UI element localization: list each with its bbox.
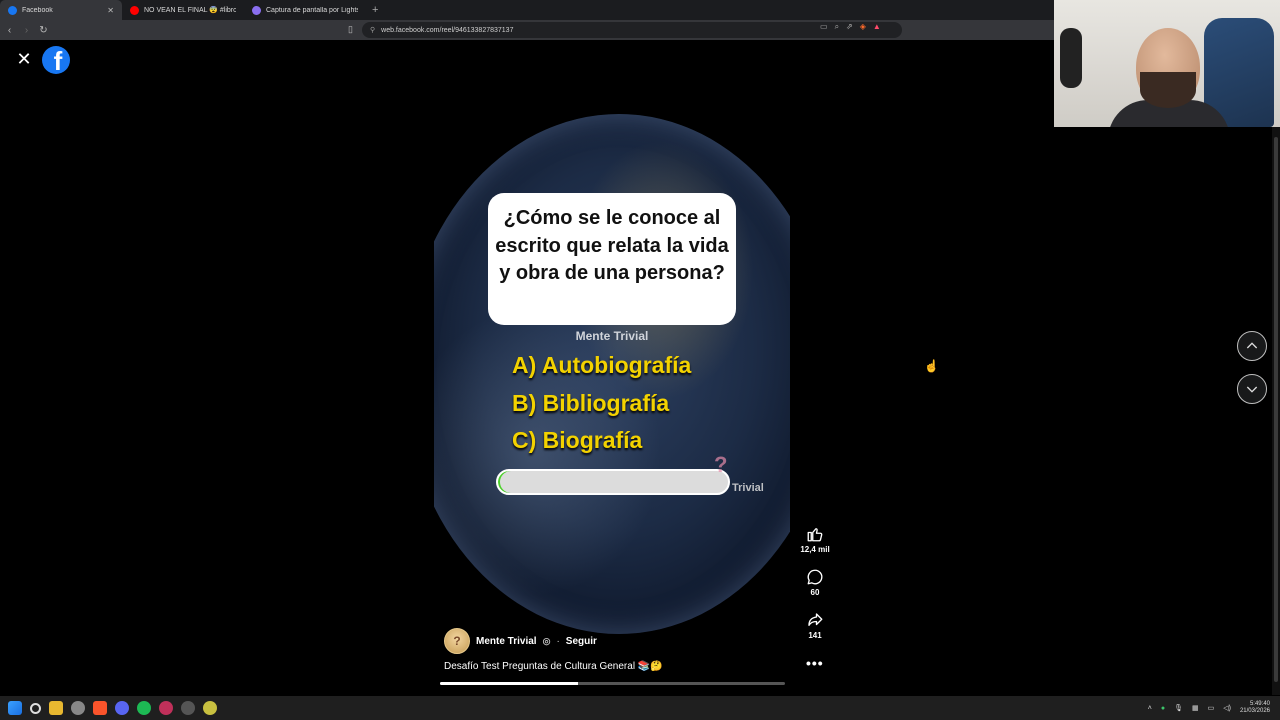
system-tray: ˄ ● 🎙 ▦ ▭ ◁) 5:49:40 21/03/2026 bbox=[1148, 696, 1270, 720]
reel-author: ? Mente Trivial ◎ · Seguir bbox=[444, 628, 597, 654]
author-name[interactable]: Mente Trivial bbox=[476, 636, 537, 647]
option-a: A) Autobiografía bbox=[512, 352, 692, 378]
like-button[interactable]: 12,4 mil bbox=[798, 525, 832, 554]
discord-icon[interactable] bbox=[115, 701, 129, 715]
volume-icon[interactable]: ◁) bbox=[1223, 704, 1231, 712]
screen: Facebook ✕ NO VEAN EL FINAL 😨 #libros #f… bbox=[0, 0, 1280, 720]
install-icon[interactable]: ▭ bbox=[820, 22, 828, 32]
question-text: ¿Cómo se le conoce al escrito que relata… bbox=[495, 207, 729, 284]
next-reel-button[interactable] bbox=[1237, 374, 1267, 404]
microphone-icon[interactable]: 🎙 bbox=[1174, 704, 1183, 712]
bookmark-icon[interactable]: ▯ bbox=[348, 24, 353, 35]
clock-date: 21/03/2026 bbox=[1239, 708, 1270, 714]
comment-count: 60 bbox=[810, 588, 820, 597]
file-explorer-icon[interactable] bbox=[49, 701, 63, 715]
close-reel-button[interactable]: ✕ bbox=[14, 49, 34, 69]
page-scrollbar[interactable] bbox=[1272, 127, 1280, 695]
keyboard-icon[interactable]: ▦ bbox=[1192, 704, 1199, 712]
watermark-question-mark: ? bbox=[714, 452, 728, 477]
clock[interactable]: 5:49:40 21/03/2026 bbox=[1240, 701, 1270, 715]
webcam-overlay bbox=[1054, 0, 1280, 127]
clock-time: 5:49:40 bbox=[1249, 701, 1270, 707]
facebook-logo-letter: f bbox=[53, 46, 63, 74]
close-tab-icon[interactable]: ✕ bbox=[107, 6, 114, 15]
tray-chevron-icon[interactable]: ˄ bbox=[1148, 705, 1152, 712]
search-icon[interactable] bbox=[30, 702, 41, 714]
follow-button[interactable]: Seguir bbox=[566, 636, 597, 647]
microphone-image bbox=[1060, 28, 1082, 88]
youtube-favicon-icon bbox=[130, 5, 139, 15]
back-icon[interactable]: ‹ bbox=[2, 25, 17, 36]
channel-watermark: ? Trivial bbox=[712, 452, 764, 500]
tab-facebook[interactable]: Facebook ✕ bbox=[0, 0, 122, 20]
reel-caption: Desafío Test Preguntas de Cultura Genera… bbox=[444, 661, 663, 672]
video-brand-label: Mente Trivial bbox=[575, 329, 649, 343]
network-icon[interactable]: ▭ bbox=[1208, 704, 1215, 712]
windows-start-icon[interactable] bbox=[8, 701, 22, 715]
tab-title: Captura de pantalla por Lightshot bbox=[266, 6, 358, 14]
windows-taskbar: ˄ ● 🎙 ▦ ▭ ◁) 5:49:40 21/03/2026 bbox=[0, 696, 1280, 720]
chevron-up-icon bbox=[1246, 342, 1258, 349]
app-icon[interactable] bbox=[71, 701, 85, 715]
url-text: web.facebook.com/reel/946133827837137 bbox=[381, 26, 514, 34]
brave-rewards-icon[interactable]: ▲ bbox=[873, 22, 881, 32]
facebook-favicon-icon bbox=[8, 5, 17, 15]
new-tab-button[interactable]: + bbox=[366, 4, 384, 16]
zoom-icon[interactable]: ⌕ bbox=[835, 22, 839, 32]
spotify-icon[interactable] bbox=[137, 701, 151, 715]
facebook-logo-icon[interactable]: f bbox=[42, 46, 70, 74]
status-dot-icon[interactable]: ● bbox=[1161, 705, 1165, 712]
browser-toolbar: ‹ › ↻ ▯ ⚲ web.facebook.com/reel/94613382… bbox=[0, 20, 1054, 40]
question-card: ¿Cómo se le conoce al escrito que relata… bbox=[488, 193, 736, 325]
brave-browser-icon[interactable] bbox=[93, 701, 107, 715]
lightshot-favicon-icon bbox=[252, 5, 261, 15]
tab-youtube[interactable]: NO VEAN EL FINAL 😨 #libros #fisica bbox=[122, 0, 244, 20]
previous-reel-button[interactable] bbox=[1237, 331, 1267, 361]
answer-timer-bar bbox=[496, 469, 730, 495]
globe-icon: ◎ bbox=[542, 635, 551, 646]
site-info-icon[interactable]: ⚲ bbox=[370, 26, 375, 34]
video-progress-fill bbox=[440, 682, 578, 685]
comment-button[interactable]: 60 bbox=[798, 568, 832, 597]
brave-shield-icon[interactable]: ◈ bbox=[860, 22, 866, 32]
reel-video[interactable]: ¿Cómo se le conoce al escrito que relata… bbox=[434, 100, 790, 685]
option-b: B) Bibliografía bbox=[512, 390, 670, 416]
tab-lightshot[interactable]: Captura de pantalla por Lightshot bbox=[244, 0, 366, 20]
chevron-down-icon bbox=[1246, 386, 1258, 393]
reload-icon[interactable]: ↻ bbox=[36, 25, 51, 36]
like-count: 12,4 mil bbox=[800, 545, 830, 554]
share-icon bbox=[808, 613, 823, 626]
share-count: 141 bbox=[808, 631, 822, 640]
separator-dot: · bbox=[556, 635, 560, 647]
option-c: C) Biografía bbox=[512, 427, 643, 453]
watermark-text: Trivial bbox=[732, 482, 764, 494]
thumbs-up-icon bbox=[807, 528, 823, 542]
video-progress-bar[interactable] bbox=[440, 682, 785, 685]
app-icon-2[interactable] bbox=[159, 701, 173, 715]
browser-tab-strip: Facebook ✕ NO VEAN EL FINAL 😨 #libros #f… bbox=[0, 0, 1054, 20]
app-icon-3[interactable] bbox=[181, 701, 195, 715]
share-page-icon[interactable]: ⇗ bbox=[846, 22, 853, 32]
more-options-button[interactable]: ••• bbox=[806, 655, 824, 671]
share-button[interactable]: 141 bbox=[798, 611, 832, 640]
tab-title: Facebook bbox=[22, 6, 53, 14]
tab-title: NO VEAN EL FINAL 😨 #libros #fisica bbox=[144, 7, 236, 14]
hand-cursor-icon: ☝ bbox=[924, 359, 939, 373]
app-icon-4[interactable] bbox=[203, 701, 217, 715]
avatar[interactable]: ? bbox=[444, 628, 470, 654]
forward-icon[interactable]: › bbox=[19, 25, 34, 36]
comment-icon bbox=[807, 569, 823, 585]
toolbar-actions: ▭ ⌕ ⇗ ◈ ▲ bbox=[820, 22, 881, 32]
